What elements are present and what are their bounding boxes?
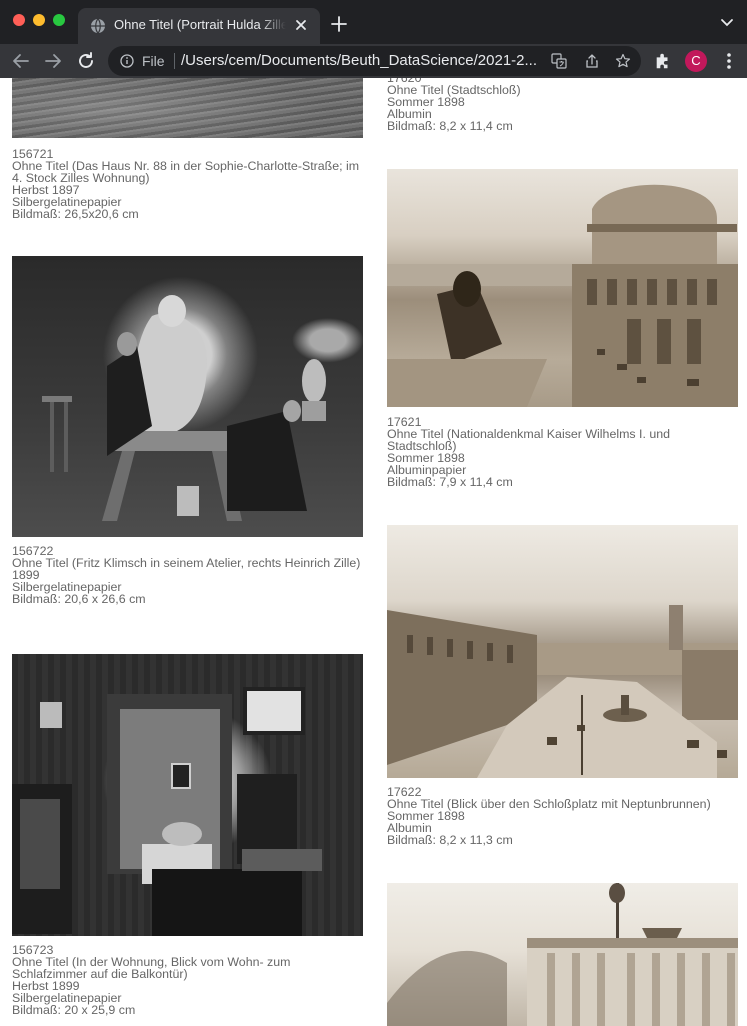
browser-tab-bar: Ohne Titel (Portrait Hulda Zille) xyxy=(0,0,747,44)
chevron-down-icon[interactable] xyxy=(720,17,734,29)
object-title: Ohne Titel (In der Wohnung, Blick vom Wo… xyxy=(12,955,291,981)
info-icon[interactable] xyxy=(120,54,134,68)
object-title: Ohne Titel (Fritz Klimsch in seinem Atel… xyxy=(12,556,361,570)
photo-17623-partial xyxy=(387,883,738,1026)
photo-17622 xyxy=(387,525,738,778)
translate-icon[interactable] xyxy=(551,53,567,69)
minimize-window-button[interactable] xyxy=(33,14,45,26)
object-size: Bildmaß: 8,2 x 11,4 cm xyxy=(387,119,513,133)
back-arrow-icon[interactable] xyxy=(11,51,31,71)
stadtschloss-photo-shapes xyxy=(387,184,738,407)
extensions-puzzle-icon[interactable] xyxy=(654,52,672,70)
object-title: Ohne Titel (Nationaldenkmal Kaiser Wilhe… xyxy=(387,427,671,453)
share-icon[interactable] xyxy=(584,53,600,69)
object-size: Bildmaß: 20 x 25,9 cm xyxy=(12,1003,136,1017)
address-separator xyxy=(174,53,175,69)
object-date: Sommer 1898 xyxy=(387,95,465,109)
address-bar[interactable]: File /Users/cem/Documents/Beuth_DataScie… xyxy=(108,46,641,76)
caption-17620: 17620 Ohne Titel (Stadtschloß) Sommer 18… xyxy=(387,78,737,132)
tab-title: Ohne Titel (Portrait Hulda Zille) xyxy=(114,17,286,32)
object-size: Bildmaß: 8,2 x 11,3 cm xyxy=(387,833,513,847)
file-scheme-label: File xyxy=(142,53,165,69)
caption-17621: 17621 Ohne Titel (Nationaldenkmal Kaiser… xyxy=(387,416,737,488)
museum-photo-shapes xyxy=(387,883,738,1026)
schlossplatz-photo-shapes xyxy=(387,605,738,778)
close-window-button[interactable] xyxy=(13,14,25,26)
url-text[interactable]: /Users/cem/Documents/Beuth_DataScience/2… xyxy=(181,52,541,69)
photo-156721 xyxy=(12,78,363,138)
reload-icon[interactable] xyxy=(76,51,96,71)
page-viewport[interactable]: 156721 Ohne Titel (Das Haus Nr. 88 in de… xyxy=(0,78,747,1026)
new-tab-icon[interactable] xyxy=(330,15,348,33)
browser-toolbar: File /Users/cem/Documents/Beuth_DataScie… xyxy=(0,44,747,78)
caption-156721: 156721 Ohne Titel (Das Haus Nr. 88 in de… xyxy=(12,148,364,220)
interior-photo-shapes xyxy=(12,687,322,936)
object-title: Ohne Titel (Das Haus Nr. 88 in der Sophi… xyxy=(12,159,360,185)
photo-156723 xyxy=(12,654,363,936)
globe-icon xyxy=(91,18,105,34)
object-size: Bildmaß: 7,9 x 11,4 cm xyxy=(387,475,513,489)
forward-arrow-icon[interactable] xyxy=(43,51,63,71)
bookmark-star-icon[interactable] xyxy=(615,53,631,69)
caption-156722: 156722 Ohne Titel (Fritz Klimsch in sein… xyxy=(12,545,364,605)
photo-156722 xyxy=(12,256,363,537)
object-size: Bildmaß: 20,6 x 26,6 cm xyxy=(12,592,146,606)
photo-17621 xyxy=(387,169,738,407)
more-menu-icon[interactable] xyxy=(719,51,739,71)
avatar[interactable]: C xyxy=(685,50,707,72)
caption-17622: 17622 Ohne Titel (Blick über den Schloßp… xyxy=(387,786,737,846)
active-tab[interactable]: Ohne Titel (Portrait Hulda Zille) xyxy=(78,8,320,44)
maximize-window-button[interactable] xyxy=(53,14,65,26)
object-date: Sommer 1898 xyxy=(387,809,465,823)
atelier-photo-shapes xyxy=(42,295,326,521)
caption-156723: 156723 Ohne Titel (In der Wohnung, Blick… xyxy=(12,944,364,1016)
close-tab-icon[interactable] xyxy=(292,16,310,34)
object-size: Bildmaß: 26,5x20,6 cm xyxy=(12,207,139,221)
